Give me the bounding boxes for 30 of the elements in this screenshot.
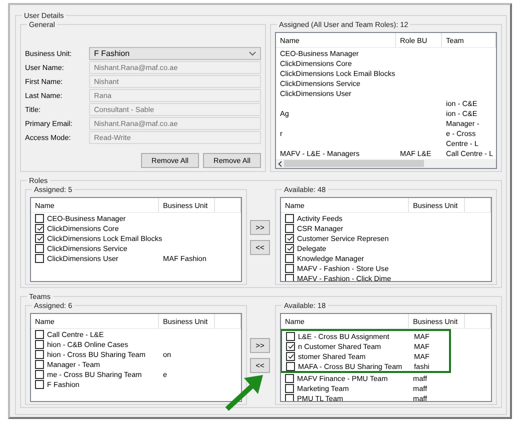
scroll-left-icon[interactable]	[278, 160, 282, 166]
checkbox[interactable]	[286, 332, 295, 340]
checkbox[interactable]	[285, 384, 294, 392]
checkbox[interactable]	[35, 224, 44, 232]
checkbox[interactable]	[35, 214, 44, 222]
checkbox[interactable]	[35, 234, 44, 242]
checkbox[interactable]	[285, 224, 294, 232]
checkbox[interactable]	[285, 254, 294, 262]
checkbox[interactable]	[285, 244, 294, 252]
checkbox[interactable]	[286, 362, 295, 370]
checkbox[interactable]	[35, 330, 44, 338]
checkbox[interactable]	[35, 350, 44, 358]
checkbox[interactable]	[35, 370, 44, 378]
business-unit-dropdown[interactable]: F Fashion	[89, 47, 261, 60]
checkbox[interactable]	[35, 340, 44, 348]
horizontal-scrollbar[interactable]	[276, 159, 496, 168]
checkbox[interactable]	[35, 254, 44, 262]
checkbox[interactable]	[35, 360, 44, 368]
checkbox[interactable]	[285, 374, 294, 382]
checkbox[interactable]	[35, 244, 44, 252]
checkbox[interactable]	[285, 274, 294, 281]
chevron-down-icon	[249, 51, 256, 56]
checkbox[interactable]	[35, 380, 44, 388]
checkbox[interactable]	[285, 264, 294, 272]
checkbox[interactable]	[286, 352, 295, 360]
checkbox[interactable]	[285, 214, 294, 222]
checkbox[interactable]	[285, 394, 294, 401]
checkbox[interactable]	[285, 234, 294, 242]
checkbox[interactable]	[286, 342, 295, 350]
arrow-annotation	[224, 374, 264, 412]
